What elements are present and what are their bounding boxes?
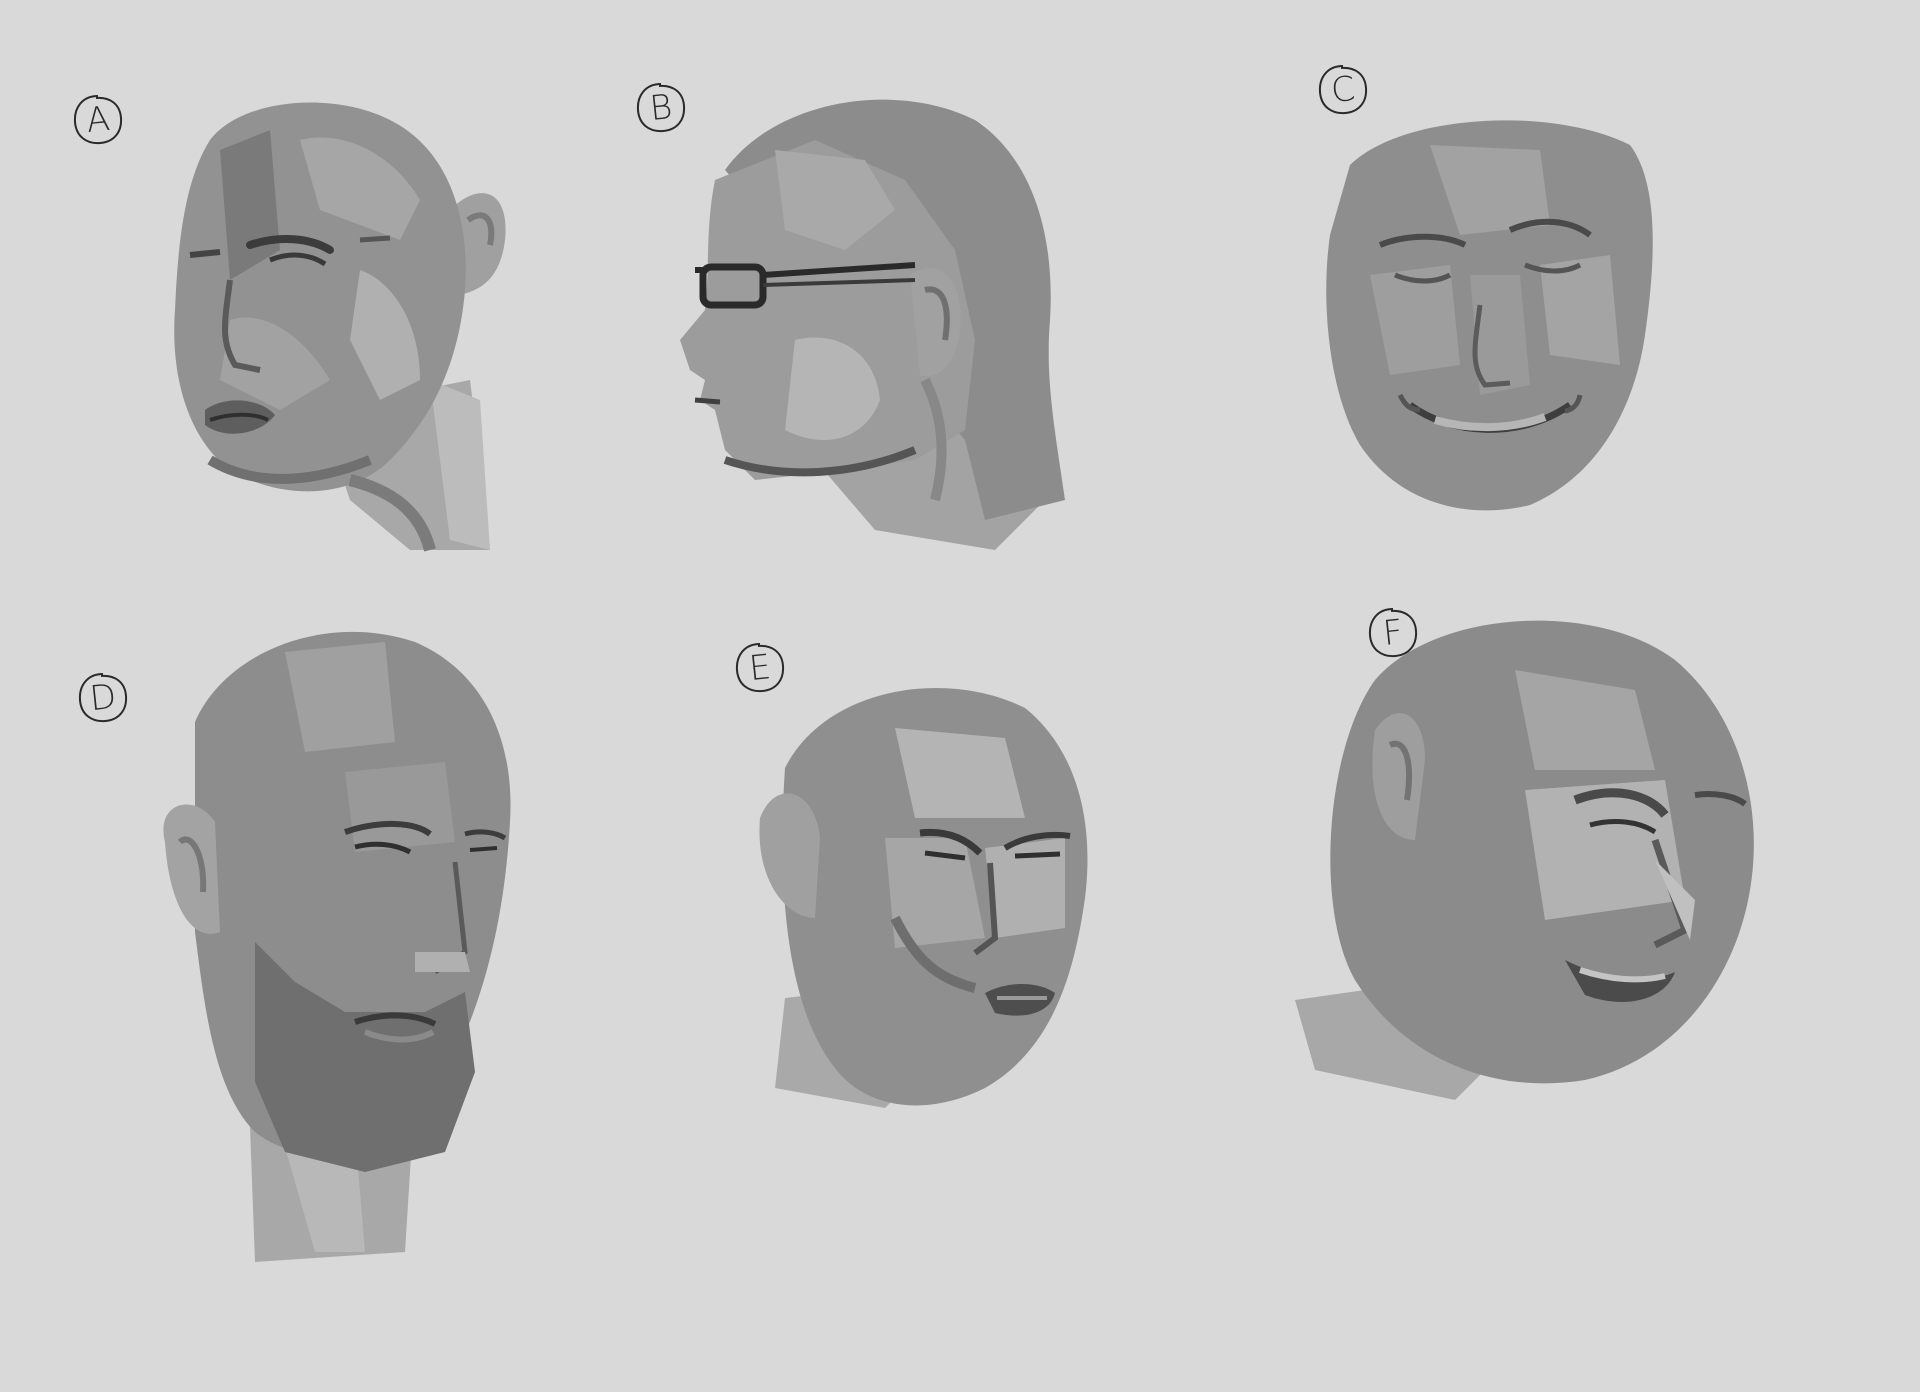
portrait-sketch-c bbox=[1310, 105, 1670, 515]
portrait-b-drawing bbox=[680, 99, 1065, 550]
portrait-a-drawing bbox=[174, 102, 506, 552]
portrait-sketch-b bbox=[665, 80, 1085, 550]
portrait-f-drawing bbox=[1295, 620, 1754, 1100]
sketch-canvas: A B C D E F bbox=[0, 0, 1920, 1392]
portrait-sketch-f bbox=[1295, 600, 1765, 1100]
portrait-d-drawing bbox=[163, 631, 511, 1262]
label-a: A bbox=[84, 98, 112, 142]
label-d-tag: D bbox=[75, 670, 131, 726]
portrait-c-drawing bbox=[1326, 120, 1653, 511]
label-a-tag: A bbox=[70, 92, 126, 148]
portrait-sketch-a bbox=[150, 80, 530, 560]
label-d: D bbox=[87, 676, 119, 720]
portrait-sketch-d bbox=[163, 612, 565, 1262]
portrait-e-drawing bbox=[759, 688, 1088, 1108]
portrait-sketch-e bbox=[759, 668, 1115, 1118]
